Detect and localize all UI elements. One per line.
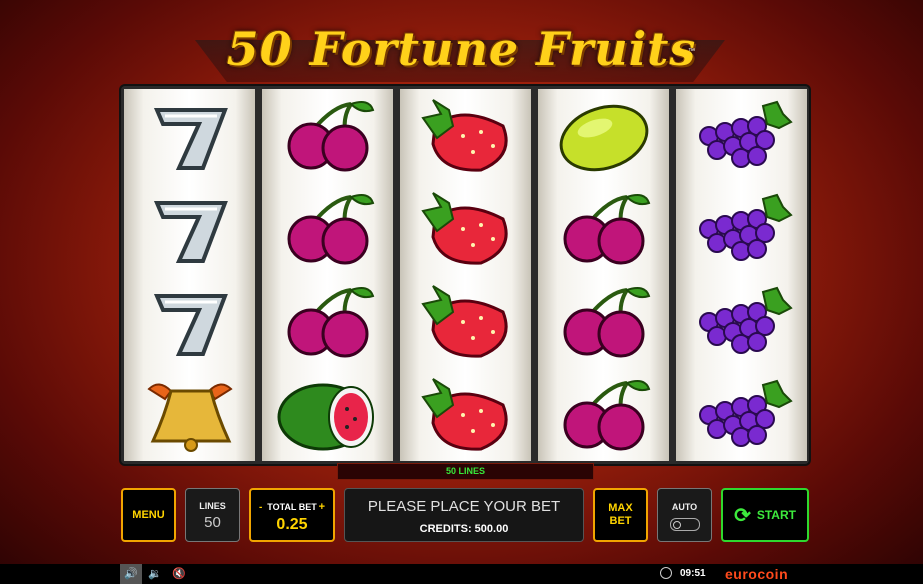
total-bet-control: - + TOTAL BET 0.25 (249, 488, 335, 542)
cherry-icon (262, 89, 393, 182)
autoplay-toggle[interactable] (669, 518, 700, 531)
reel-2 (262, 89, 393, 461)
status-bar: 🔊 🔉 🔇 09:51 eurocoin (0, 564, 923, 584)
seven-icon (124, 89, 255, 182)
start-label: START (756, 508, 796, 522)
clock-time: 09:51 (680, 568, 706, 579)
game-title: 50 Fortune Fruits (226, 22, 697, 76)
reel-3 (400, 89, 531, 461)
reels-area (121, 86, 809, 464)
max-bet-label-2: BET (609, 515, 632, 527)
clock-icon (660, 567, 672, 579)
grapes-icon (676, 275, 807, 368)
cherry-icon (538, 368, 669, 461)
autoplay-control[interactable]: AUTO (657, 488, 712, 542)
reel-5 (676, 89, 807, 461)
seven-icon (124, 275, 255, 368)
message-panel: PLEASE PLACE YOUR BET CREDITS: 500.00 (344, 488, 584, 542)
lemon-icon (538, 89, 669, 182)
bell-icon (124, 368, 255, 461)
cherry-icon (538, 275, 669, 368)
lines-banner: 50 LINES (337, 463, 594, 480)
strawberry-icon (400, 368, 531, 461)
brand-logo: eurocoin (725, 566, 789, 582)
max-bet-button[interactable]: MAX BET (593, 488, 648, 542)
mute-icon[interactable]: 🔇 (168, 564, 190, 584)
max-bet-label-1: MAX (608, 502, 633, 514)
trademark: ™ (688, 48, 695, 55)
reel-4 (538, 89, 669, 461)
lines-value: 50 (204, 514, 221, 531)
menu-button[interactable]: MENU (121, 488, 176, 542)
reel-1 (124, 89, 255, 461)
spin-icon: ⟳ (734, 504, 751, 527)
strawberry-icon (400, 182, 531, 275)
auto-label: AUTO (671, 502, 698, 512)
total-bet-value: 0.25 (276, 516, 308, 533)
cherry-icon (262, 275, 393, 368)
grapes-icon (676, 89, 807, 182)
bet-decrease-button[interactable]: - (259, 502, 262, 513)
strawberry-icon (400, 275, 531, 368)
start-button[interactable]: ⟳ START (721, 488, 809, 542)
lines-display: LINES 50 (185, 488, 240, 542)
strawberry-icon (400, 89, 531, 182)
watermelon-icon (262, 368, 393, 461)
cherry-icon (262, 182, 393, 275)
grapes-icon (676, 182, 807, 275)
status-message: PLEASE PLACE YOUR BET (367, 498, 561, 515)
volume-icon[interactable]: 🔉 (144, 564, 166, 584)
seven-icon (124, 182, 255, 275)
credits-display: CREDITS: 500.00 (419, 523, 509, 535)
sound-settings-icon[interactable]: 🔊 (120, 564, 142, 584)
bet-increase-button[interactable]: + (319, 501, 325, 513)
grapes-icon (676, 368, 807, 461)
lines-label: LINES (199, 501, 226, 511)
cherry-icon (538, 182, 669, 275)
toggle-knob (672, 521, 681, 529)
